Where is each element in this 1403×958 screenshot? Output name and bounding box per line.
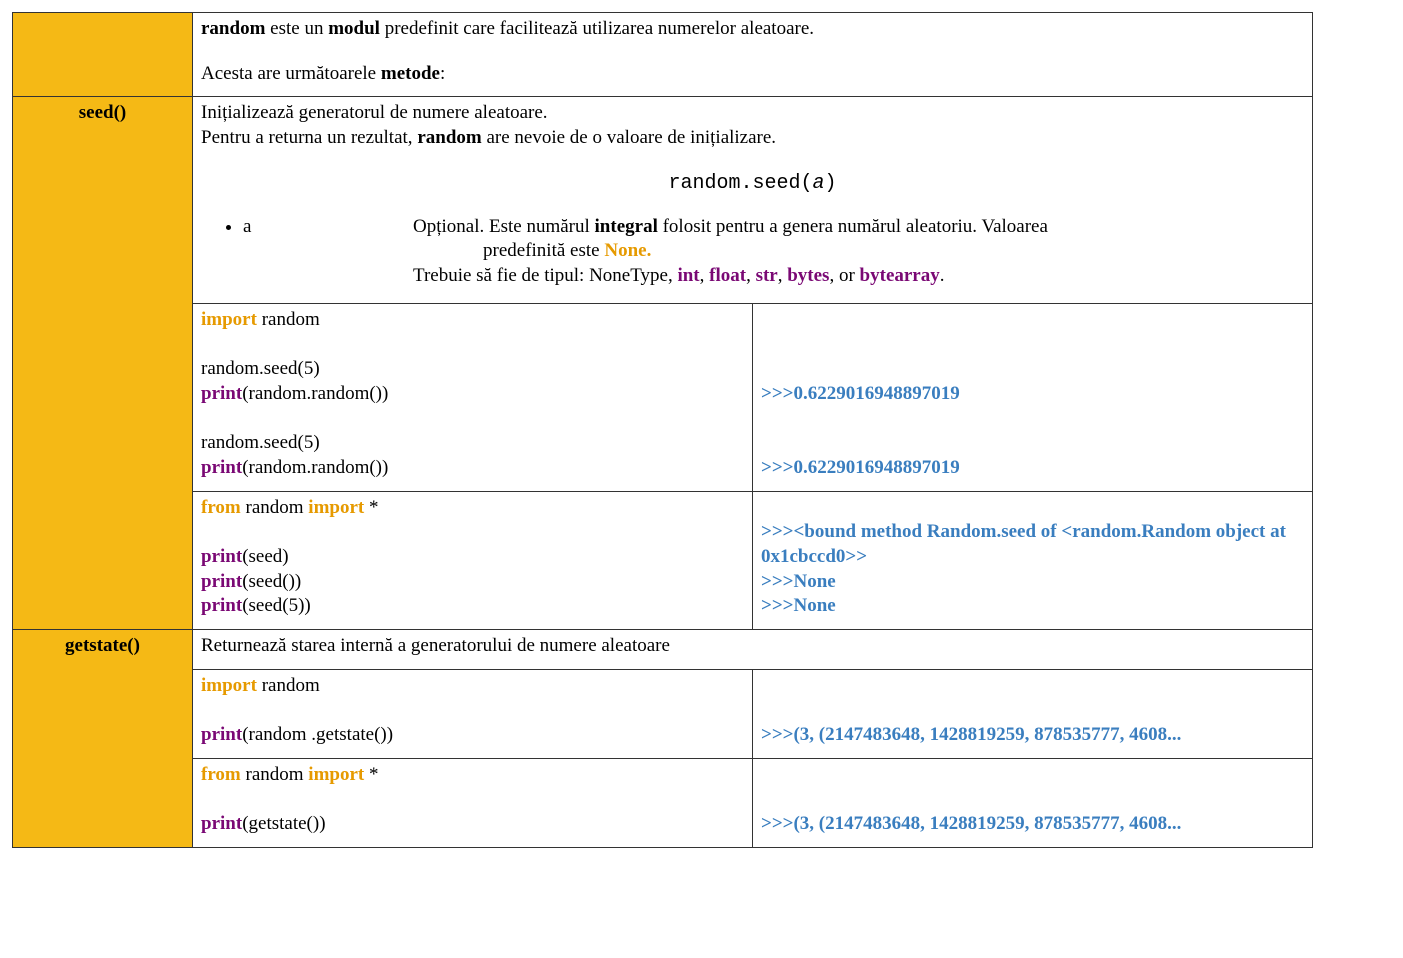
seed-ex1-output: >>>0.6229016948897019 >>>0.6229016948897… (753, 303, 1313, 491)
intro-modul: modul (328, 18, 380, 39)
getstate-ex2-row: from random import * print(getstate()) >… (13, 758, 1313, 847)
seed-ex1-row: import random random.seed(5) print(rando… (13, 303, 1313, 491)
seed-ex2-code: from random import * print(seed) print(s… (193, 491, 753, 629)
param-desc: Opțional. Este numărul integral folosit … (413, 215, 1304, 289)
seed-signature: random.seed(a) (201, 171, 1304, 197)
seed-desc-cell: Inițializează generatorul de numere alea… (193, 97, 1313, 303)
getstate-side: getstate() (13, 630, 193, 848)
getstate-desc: Returnează starea internă a generatorulu… (201, 635, 670, 656)
intro-line1: random este un modul predefinit care fac… (201, 17, 1304, 42)
getstate-ex1-output: >>>(3, (2147483648, 1428819259, 87853577… (753, 669, 1313, 758)
reference-table: random este un modul predefinit care fac… (12, 12, 1313, 848)
param-types: Trebuie să fie de tipul: NoneType, int, … (413, 264, 1304, 289)
getstate-desc-cell: Returnează starea internă a generatorulu… (193, 630, 1313, 670)
seed-ex2-output: >>><bound method Random.seed of <random.… (753, 491, 1313, 629)
intro-side (13, 13, 193, 97)
seed-desc-row: seed() Inițializează generatorul de nume… (13, 97, 1313, 303)
getstate-ex1-row: import random print(random .getstate()) … (13, 669, 1313, 758)
seed-label: seed() (79, 102, 126, 123)
seed-params: a Opțional. Este numărul integral folosi… (243, 215, 1304, 289)
seed-ex2-row: from random import * print(seed) print(s… (13, 491, 1313, 629)
getstate-ex2-output: >>>(3, (2147483648, 1428819259, 87853577… (753, 758, 1313, 847)
getstate-desc-row: getstate() Returnează starea internă a g… (13, 630, 1313, 670)
getstate-ex2-code: from random import * print(getstate()) (193, 758, 753, 847)
seed-desc2: Pentru a returna un rezultat, random are… (201, 126, 1304, 151)
intro-line2: Acesta are următoarele metode: (201, 62, 1304, 87)
getstate-label: getstate() (65, 635, 140, 656)
param-name: a (243, 215, 413, 289)
seed-ex1-code: import random random.seed(5) print(rando… (193, 303, 753, 491)
intro-cell: random este un modul predefinit care fac… (193, 13, 1313, 97)
intro-random: random (201, 18, 265, 39)
seed-desc1: Inițializează generatorul de numere alea… (201, 101, 1304, 126)
seed-side: seed() (13, 97, 193, 630)
param-a: a Opțional. Este numărul integral folosi… (243, 215, 1304, 289)
getstate-ex1-code: import random print(random .getstate()) (193, 669, 753, 758)
intro-row: random este un modul predefinit care fac… (13, 13, 1313, 97)
